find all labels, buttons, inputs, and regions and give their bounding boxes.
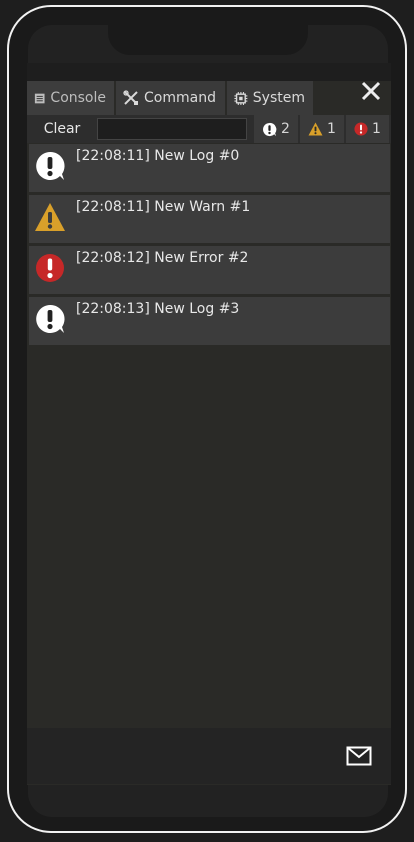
- tab-command[interactable]: Command: [116, 81, 227, 115]
- filter-input[interactable]: [97, 118, 247, 140]
- error-count: 1: [372, 121, 381, 137]
- log-entry-text: [22:08:13] New Log #3: [76, 301, 240, 317]
- window-top-strip: [27, 63, 391, 81]
- log-list: [22:08:11] New Log #0 [22:08:11] New War…: [29, 144, 390, 348]
- tab-console-label: Console: [50, 90, 106, 106]
- info-filter-toggle[interactable]: 2: [254, 115, 298, 143]
- mail-icon[interactable]: [346, 746, 372, 766]
- chip-icon: [234, 91, 248, 105]
- tab-console[interactable]: Console: [27, 81, 116, 115]
- close-icon[interactable]: [359, 79, 383, 103]
- warn-count: 1: [327, 121, 336, 137]
- error-icon: [354, 122, 368, 136]
- log-entry-text: [22:08:11] New Warn #1: [76, 199, 251, 215]
- log-entry[interactable]: [22:08:13] New Log #3: [29, 297, 390, 345]
- console-icon: [34, 93, 45, 103]
- log-entry[interactable]: [22:08:11] New Warn #1: [29, 195, 390, 243]
- log-entry-text: [22:08:12] New Error #2: [76, 250, 249, 266]
- tools-icon: [123, 90, 138, 105]
- error-filter-toggle[interactable]: 1: [346, 115, 389, 143]
- log-entry[interactable]: [22:08:12] New Error #2: [29, 246, 390, 294]
- warning-icon: [35, 203, 65, 231]
- warn-filter-toggle[interactable]: 1: [300, 115, 344, 143]
- bottom-bar: [27, 728, 391, 784]
- info-icon: [263, 122, 277, 136]
- console-window: Console Command System Clear 2 1 1 [22:0…: [27, 63, 391, 785]
- info-count: 2: [281, 121, 290, 137]
- tab-command-label: Command: [144, 90, 216, 106]
- info-icon: [36, 151, 65, 180]
- clear-button[interactable]: Clear: [27, 115, 97, 143]
- device-notch: [108, 25, 308, 55]
- tab-system[interactable]: System: [227, 81, 315, 115]
- console-toolbar: Clear 2 1 1: [27, 115, 391, 143]
- log-entry-text: [22:08:11] New Log #0: [76, 148, 240, 164]
- info-icon: [36, 304, 65, 333]
- tab-bar: Console Command System: [27, 81, 315, 115]
- log-entry[interactable]: [22:08:11] New Log #0: [29, 144, 390, 192]
- tab-system-label: System: [252, 90, 305, 106]
- warning-icon: [308, 122, 323, 136]
- error-icon: [36, 254, 64, 282]
